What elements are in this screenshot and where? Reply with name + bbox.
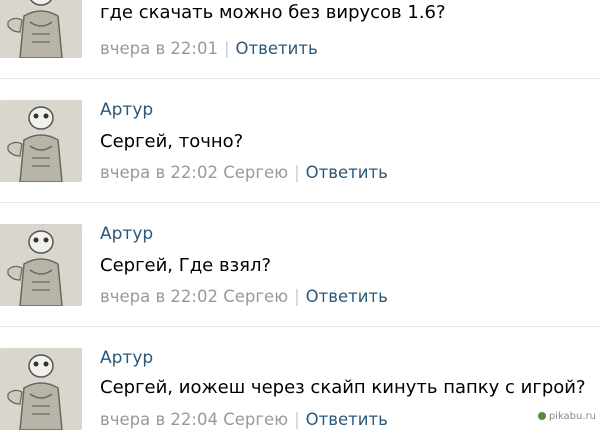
reply-link[interactable]: Ответить [236,39,318,58]
reply-link[interactable]: Ответить [306,410,388,429]
comment-time[interactable]: вчера в 22:01 [100,39,218,58]
comment-text: Сергей, иожеш через скайп кинуть папку с… [100,377,586,398]
cartoon-character-avatar-icon [0,0,82,58]
avatar[interactable] [0,0,82,58]
comment-time[interactable]: вчера в 22:02 [100,163,218,182]
cartoon-character-avatar-icon [0,348,82,430]
comment-text: где скачать можно без вирусов 1.6? [100,2,446,23]
avatar[interactable] [0,100,82,182]
reply-to[interactable]: Сергею [223,410,288,429]
separator: | [294,287,300,306]
comment-meta: вчера в 22:01 | Ответить [100,39,318,59]
avatar[interactable] [0,348,82,430]
comment-text: Сергей, точно? [100,131,244,152]
author-name[interactable]: Артур [100,348,153,368]
reply-link[interactable]: Ответить [306,163,388,182]
reply-to[interactable]: Сергею [223,163,288,182]
author-name[interactable]: Артур [100,100,153,120]
divider [0,202,600,203]
pikabu-logo-icon [537,412,546,420]
comment-meta: вчера в 22:04 Сергею | Ответить [100,410,388,430]
watermark: pikabu.ru [537,411,596,422]
comment-time[interactable]: вчера в 22:04 [100,410,218,429]
reply-to[interactable]: Сергею [223,287,288,306]
separator: | [294,410,300,429]
comment-text: Сергей, Где взял? [100,255,272,276]
separator: | [223,39,230,58]
avatar[interactable] [0,224,82,306]
reply-link[interactable]: Ответить [306,287,388,306]
comment-time[interactable]: вчера в 22:02 [100,287,218,306]
comment-meta: вчера в 22:02 Сергею | Ответить [100,163,388,183]
divider [0,78,600,79]
separator: | [294,163,300,182]
author-name[interactable]: Артур [100,224,153,244]
cartoon-character-avatar-icon [0,100,82,182]
watermark-text: pikabu.ru [548,411,596,422]
cartoon-character-avatar-icon [0,224,82,306]
divider [0,326,600,327]
comment-meta: вчера в 22:02 Сергею | Ответить [100,287,388,307]
